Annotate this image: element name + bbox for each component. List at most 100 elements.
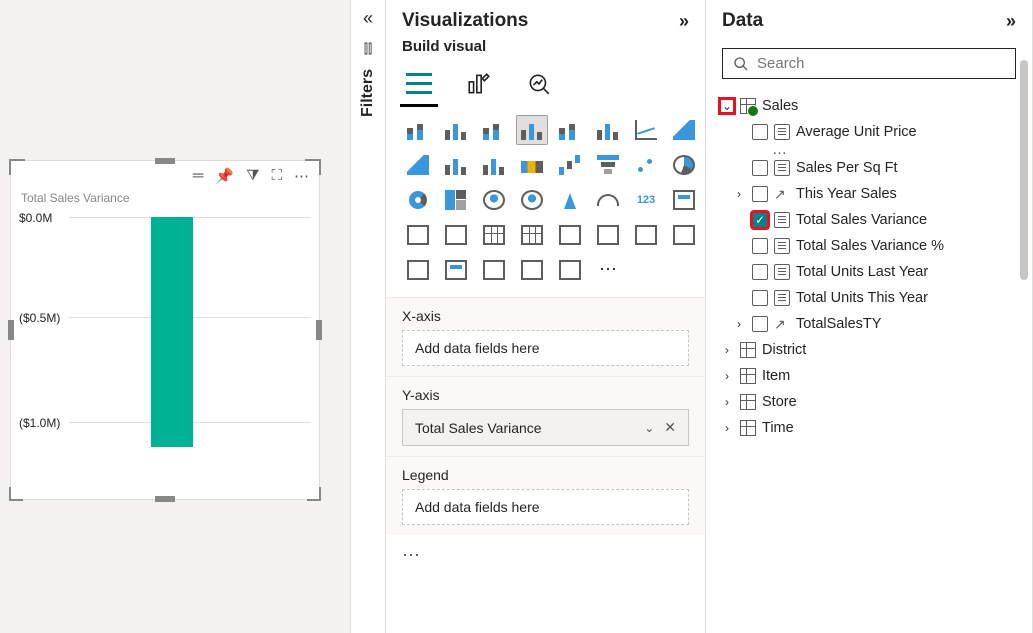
viz-type-r-visual[interactable]	[554, 220, 586, 250]
chevron-right-icon[interactable]: ›	[732, 317, 746, 331]
viz-type-table[interactable]	[478, 220, 510, 250]
field-label: This Year Sales	[796, 186, 897, 202]
filters-pane-collapsed[interactable]: « ⫿⫿ Filters	[350, 0, 386, 633]
field-total-sales-variance[interactable]: ✓ Total Sales Variance	[714, 207, 1024, 233]
chevron-right-icon[interactable]: ›	[720, 369, 734, 383]
viz-type-smart-narrative[interactable]	[440, 255, 472, 285]
viz-type-card[interactable]: 123	[630, 185, 662, 215]
viz-type-line-clustered-column[interactable]	[478, 150, 510, 180]
table-item[interactable]: ›Item	[714, 363, 1024, 389]
table-label: Store	[762, 394, 797, 410]
field-total-sales-variance-[interactable]: Total Sales Variance %	[714, 233, 1024, 259]
measure-icon	[774, 186, 790, 202]
expand-filters-icon[interactable]: «	[363, 8, 373, 29]
viz-type-q-a[interactable]	[630, 220, 662, 250]
viz-type-map[interactable]	[478, 185, 510, 215]
field-sales-per-sq-ft[interactable]: Sales Per Sq Ft	[714, 155, 1024, 181]
tab-analytics[interactable]	[522, 67, 556, 101]
legend-drop-zone[interactable]: Add data fields here	[402, 489, 689, 525]
field-average-unit-price[interactable]: Average Unit Price	[714, 119, 1024, 145]
viz-type-power-apps[interactable]	[516, 255, 548, 285]
viz-type-donut[interactable]	[402, 185, 434, 215]
chevron-down-icon[interactable]: ⌄	[644, 421, 654, 435]
field-checkbox[interactable]: ✓	[752, 212, 768, 228]
table-district[interactable]: ›District	[714, 337, 1024, 363]
field-total-units-this-year[interactable]: Total Units This Year	[714, 285, 1024, 311]
search-box[interactable]	[722, 48, 1016, 79]
field-label: Total Sales Variance	[796, 212, 927, 228]
viz-type-python-visual[interactable]	[592, 220, 624, 250]
viz-type-scatter[interactable]	[630, 150, 662, 180]
data-title: Data	[722, 10, 763, 32]
viz-type-power-automate[interactable]	[554, 255, 586, 285]
viz-type-area[interactable]	[668, 115, 700, 145]
viz-type-paginated-report[interactable]	[478, 255, 510, 285]
table-sales[interactable]: ⌄ Sales	[714, 93, 1024, 119]
field-this-year-sales[interactable]: › This Year Sales	[714, 181, 1024, 207]
field-label: Total Sales Variance %	[796, 238, 944, 254]
collapse-data-icon[interactable]: »	[1006, 11, 1016, 32]
chevron-down-icon[interactable]: ⌄	[720, 99, 734, 113]
viz-type-gauge[interactable]	[592, 185, 624, 215]
chevron-right-icon[interactable]: ›	[720, 343, 734, 357]
pin-icon[interactable]: 📌	[215, 167, 234, 185]
viz-type-slicer[interactable]	[440, 220, 472, 250]
field-totalsalesty[interactable]: ›TotalSalesTY	[714, 311, 1024, 337]
yaxis-field-pill[interactable]: Total Sales Variance ⌄ ✕	[402, 409, 689, 446]
filter-icon[interactable]: ⧩	[246, 167, 259, 185]
more-options-icon[interactable]: ⋯	[294, 167, 309, 185]
chevron-right-icon[interactable]: ›	[720, 421, 734, 435]
visual-container[interactable]: ═ 📌 ⧩ ⛶ ⋯ Total Sales Variance $0.0M ($0…	[10, 160, 320, 500]
viz-type-stacked-area[interactable]	[402, 150, 434, 180]
field-checkbox[interactable]	[752, 264, 768, 280]
field-checkbox[interactable]	[752, 238, 768, 254]
chart-bar[interactable]	[151, 217, 193, 447]
viz-type-waterfall[interactable]	[554, 150, 586, 180]
viz-type-more[interactable]: ⋯	[592, 255, 624, 285]
viz-type-100-stacked-bar[interactable]	[554, 115, 586, 145]
viz-type-matrix[interactable]	[516, 220, 548, 250]
viz-type-multi-row-card[interactable]	[668, 185, 700, 215]
tab-build-visual[interactable]	[402, 67, 436, 101]
chevron-right-icon[interactable]: ›	[720, 395, 734, 409]
viz-type-kpi[interactable]	[402, 220, 434, 250]
viz-type-100-stacked-column[interactable]	[592, 115, 624, 145]
viz-type-funnel[interactable]	[592, 150, 624, 180]
viz-type-ribbon[interactable]	[516, 150, 548, 180]
drag-handle-icon[interactable]: ═	[193, 167, 204, 185]
viz-type-stacked-bar[interactable]	[402, 115, 434, 145]
table-store[interactable]: › Store	[714, 389, 1024, 415]
viz-type-filled-map[interactable]	[516, 185, 548, 215]
field-checkbox[interactable]	[752, 124, 768, 140]
viz-type-line-stacked-column[interactable]	[440, 150, 472, 180]
field-checkbox[interactable]	[752, 160, 768, 176]
field-checkbox[interactable]	[752, 290, 768, 306]
viz-type-line[interactable]	[630, 115, 662, 145]
collapse-visualizations-icon[interactable]: »	[679, 11, 689, 32]
viz-type-treemap[interactable]	[440, 185, 472, 215]
xaxis-drop-zone[interactable]: Add data fields here	[402, 330, 689, 366]
tab-format-visual[interactable]	[462, 67, 496, 101]
field-checkbox[interactable]	[752, 316, 768, 332]
focus-mode-icon[interactable]: ⛶	[271, 167, 282, 185]
viz-type-azure-map[interactable]	[554, 185, 586, 215]
clustered-bar-icon	[483, 120, 505, 140]
table-label: Sales	[762, 98, 798, 114]
field-checkbox[interactable]	[752, 186, 768, 202]
search-input[interactable]	[757, 55, 1005, 72]
more-field-wells-icon[interactable]: ⋯	[386, 535, 705, 576]
viz-type-clustered-bar[interactable]	[478, 115, 510, 145]
field-total-units-last-year[interactable]: Total Units Last Year	[714, 259, 1024, 285]
viz-type-clustered-column[interactable]	[516, 115, 548, 145]
table-time[interactable]: ›Time	[714, 415, 1024, 441]
remove-field-icon[interactable]: ✕	[664, 419, 676, 436]
xaxis-label: X-axis	[402, 308, 689, 324]
viz-type-pie[interactable]	[668, 150, 700, 180]
scrollbar[interactable]	[1020, 60, 1028, 623]
chevron-right-icon[interactable]: ›	[732, 187, 746, 201]
y-axis-tick: ($1.0M)	[19, 416, 60, 430]
report-canvas[interactable]: ═ 📌 ⧩ ⛶ ⋯ Total Sales Variance $0.0M ($0…	[0, 0, 350, 633]
viz-type-key-influencers[interactable]	[668, 220, 700, 250]
viz-type-stacked-column[interactable]	[440, 115, 472, 145]
viz-type-decomposition-tree[interactable]	[402, 255, 434, 285]
